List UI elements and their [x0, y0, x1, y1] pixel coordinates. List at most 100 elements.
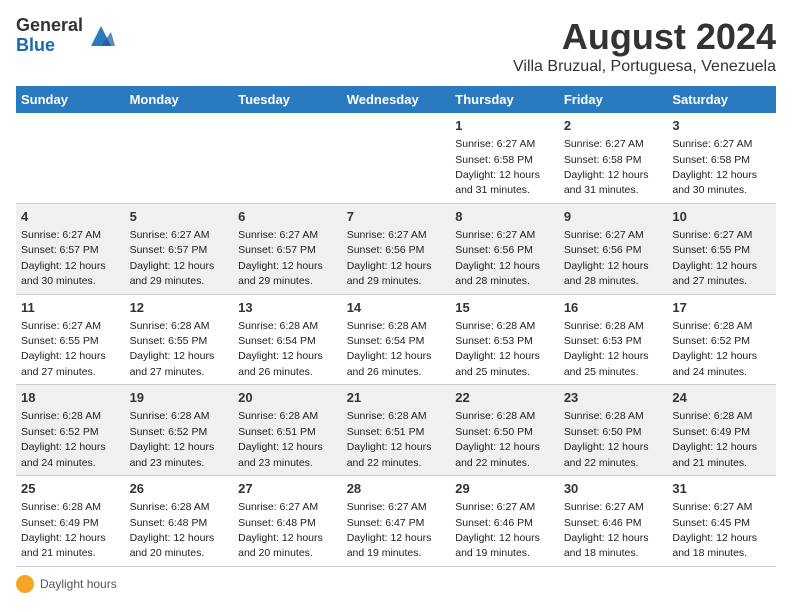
calendar-table: SundayMondayTuesdayWednesdayThursdayFrid…: [16, 86, 776, 567]
day-header-friday: Friday: [559, 86, 668, 113]
day-number: 7: [347, 208, 446, 226]
day-number: 6: [238, 208, 337, 226]
calendar-cell: 27 Sunrise: 6:27 AM Sunset: 6:48 PM Dayli…: [233, 476, 342, 567]
calendar-cell: [16, 113, 125, 203]
day-info: Sunrise: 6:28 AM Sunset: 6:53 PM Dayligh…: [455, 320, 540, 378]
calendar-cell: 12 Sunrise: 6:28 AM Sunset: 6:55 PM Dayli…: [125, 294, 234, 385]
day-number: 22: [455, 389, 554, 407]
calendar-cell: 23Sunrise: 6:28 AM Sunset: 6:50 PM Dayli…: [559, 385, 668, 476]
day-number: 27: [238, 480, 337, 498]
day-info: Sunrise: 6:28 AM Sunset: 6:49 PM Dayligh…: [21, 501, 106, 559]
day-info: Sunrise: 6:27 AM Sunset: 6:55 PM Dayligh…: [21, 320, 106, 378]
calendar-cell: 13Sunrise: 6:28 AM Sunset: 6:54 PM Dayli…: [233, 294, 342, 385]
logo-general-text: General: [16, 16, 83, 36]
day-info: Sunrise: 6:28 AM Sunset: 6:52 PM Dayligh…: [21, 410, 106, 468]
day-number: 29: [455, 480, 554, 498]
title-block: August 2024 Villa Bruzual, Portuguesa, V…: [513, 16, 776, 76]
main-title: August 2024: [513, 16, 776, 58]
calendar-cell: 2Sunrise: 6:27 AM Sunset: 6:58 PM Daylig…: [559, 113, 668, 203]
day-number: 14: [347, 299, 446, 317]
calendar-cell: 19 Sunrise: 6:28 AM Sunset: 6:52 PM Dayli…: [125, 385, 234, 476]
day-header-sunday: Sunday: [16, 86, 125, 113]
day-number: 20: [238, 389, 337, 407]
day-header-tuesday: Tuesday: [233, 86, 342, 113]
day-info: Sunrise: 6:27 AM Sunset: 6:57 PM Dayligh…: [130, 229, 215, 287]
day-info: Sunrise: 6:27 AM Sunset: 6:56 PM Dayligh…: [455, 229, 540, 287]
day-number: 17: [672, 299, 771, 317]
sun-icon: [16, 575, 34, 593]
calendar-cell: 4 Sunrise: 6:27 AM Sunset: 6:57 PM Daylig…: [16, 203, 125, 294]
day-number: 28: [347, 480, 446, 498]
day-info: Sunrise: 6:27 AM Sunset: 6:48 PM Dayligh…: [238, 501, 323, 559]
logo-blue-text: Blue: [16, 36, 83, 56]
day-info: Sunrise: 6:27 AM Sunset: 6:46 PM Dayligh…: [564, 501, 649, 559]
day-number: 19: [130, 389, 229, 407]
daylight-label: Daylight hours: [40, 577, 117, 591]
day-info: Sunrise: 6:28 AM Sunset: 6:52 PM Dayligh…: [130, 410, 215, 468]
day-info: Sunrise: 6:27 AM Sunset: 6:56 PM Dayligh…: [564, 229, 649, 287]
day-number: 12: [130, 299, 229, 317]
day-info: Sunrise: 6:28 AM Sunset: 6:48 PM Dayligh…: [130, 501, 215, 559]
calendar-cell: 16Sunrise: 6:28 AM Sunset: 6:53 PM Dayli…: [559, 294, 668, 385]
calendar-cell: 21 Sunrise: 6:28 AM Sunset: 6:51 PM Dayli…: [342, 385, 451, 476]
day-info: Sunrise: 6:28 AM Sunset: 6:52 PM Dayligh…: [672, 320, 757, 378]
calendar-cell: 28 Sunrise: 6:27 AM Sunset: 6:47 PM Dayli…: [342, 476, 451, 567]
day-info: Sunrise: 6:28 AM Sunset: 6:51 PM Dayligh…: [238, 410, 323, 468]
day-info: Sunrise: 6:28 AM Sunset: 6:50 PM Dayligh…: [455, 410, 540, 468]
logo: General Blue: [16, 16, 115, 56]
calendar-cell: 29 Sunrise: 6:27 AM Sunset: 6:46 PM Dayli…: [450, 476, 559, 567]
calendar-cell: 15 Sunrise: 6:28 AM Sunset: 6:53 PM Dayli…: [450, 294, 559, 385]
calendar-cell: 24Sunrise: 6:28 AM Sunset: 6:49 PM Dayli…: [667, 385, 776, 476]
day-info: Sunrise: 6:27 AM Sunset: 6:46 PM Dayligh…: [455, 501, 540, 559]
calendar-cell: 25 Sunrise: 6:28 AM Sunset: 6:49 PM Dayli…: [16, 476, 125, 567]
calendar-cell: 17 Sunrise: 6:28 AM Sunset: 6:52 PM Dayli…: [667, 294, 776, 385]
subtitle: Villa Bruzual, Portuguesa, Venezuela: [513, 58, 776, 76]
calendar-cell: 7Sunrise: 6:27 AM Sunset: 6:56 PM Daylig…: [342, 203, 451, 294]
calendar-cell: [233, 113, 342, 203]
day-number: 26: [130, 480, 229, 498]
calendar-cell: [342, 113, 451, 203]
day-number: 11: [21, 299, 120, 317]
day-number: 25: [21, 480, 120, 498]
calendar-cell: 8 Sunrise: 6:27 AM Sunset: 6:56 PM Daylig…: [450, 203, 559, 294]
day-number: 8: [455, 208, 554, 226]
calendar-cell: 18 Sunrise: 6:28 AM Sunset: 6:52 PM Dayli…: [16, 385, 125, 476]
calendar-cell: [125, 113, 234, 203]
day-number: 9: [564, 208, 663, 226]
calendar-cell: 11 Sunrise: 6:27 AM Sunset: 6:55 PM Dayli…: [16, 294, 125, 385]
day-info: Sunrise: 6:27 AM Sunset: 6:55 PM Dayligh…: [672, 229, 757, 287]
day-info: Sunrise: 6:27 AM Sunset: 6:58 PM Dayligh…: [455, 138, 540, 196]
day-info: Sunrise: 6:27 AM Sunset: 6:45 PM Dayligh…: [672, 501, 757, 559]
day-header-saturday: Saturday: [667, 86, 776, 113]
day-number: 21: [347, 389, 446, 407]
calendar-cell: 10Sunrise: 6:27 AM Sunset: 6:55 PM Dayli…: [667, 203, 776, 294]
calendar-cell: 26 Sunrise: 6:28 AM Sunset: 6:48 PM Dayli…: [125, 476, 234, 567]
calendar-cell: 22 Sunrise: 6:28 AM Sunset: 6:50 PM Dayli…: [450, 385, 559, 476]
calendar-cell: 31 Sunrise: 6:27 AM Sunset: 6:45 PM Dayli…: [667, 476, 776, 567]
day-number: 13: [238, 299, 337, 317]
calendar-cell: 3 Sunrise: 6:27 AM Sunset: 6:58 PM Daylig…: [667, 113, 776, 203]
day-info: Sunrise: 6:27 AM Sunset: 6:58 PM Dayligh…: [672, 138, 757, 196]
day-number: 18: [21, 389, 120, 407]
day-number: 3: [672, 117, 771, 135]
calendar-cell: 9 Sunrise: 6:27 AM Sunset: 6:56 PM Daylig…: [559, 203, 668, 294]
day-info: Sunrise: 6:28 AM Sunset: 6:51 PM Dayligh…: [347, 410, 432, 468]
day-number: 5: [130, 208, 229, 226]
day-number: 1: [455, 117, 554, 135]
day-number: 2: [564, 117, 663, 135]
day-info: Sunrise: 6:27 AM Sunset: 6:57 PM Dayligh…: [21, 229, 106, 287]
calendar-cell: 1 Sunrise: 6:27 AM Sunset: 6:58 PM Daylig…: [450, 113, 559, 203]
calendar-cell: 20 Sunrise: 6:28 AM Sunset: 6:51 PM Dayli…: [233, 385, 342, 476]
day-info: Sunrise: 6:28 AM Sunset: 6:55 PM Dayligh…: [130, 320, 215, 378]
calendar-cell: 5 Sunrise: 6:27 AM Sunset: 6:57 PM Daylig…: [125, 203, 234, 294]
day-number: 15: [455, 299, 554, 317]
page-header: General Blue August 2024 Villa Bruzual, …: [16, 16, 776, 76]
footer-note: Daylight hours: [16, 575, 776, 593]
day-info: Sunrise: 6:27 AM Sunset: 6:47 PM Dayligh…: [347, 501, 432, 559]
day-header-monday: Monday: [125, 86, 234, 113]
day-info: Sunrise: 6:28 AM Sunset: 6:54 PM Dayligh…: [347, 320, 432, 378]
day-number: 30: [564, 480, 663, 498]
day-number: 31: [672, 480, 771, 498]
day-number: 4: [21, 208, 120, 226]
day-header-thursday: Thursday: [450, 86, 559, 113]
